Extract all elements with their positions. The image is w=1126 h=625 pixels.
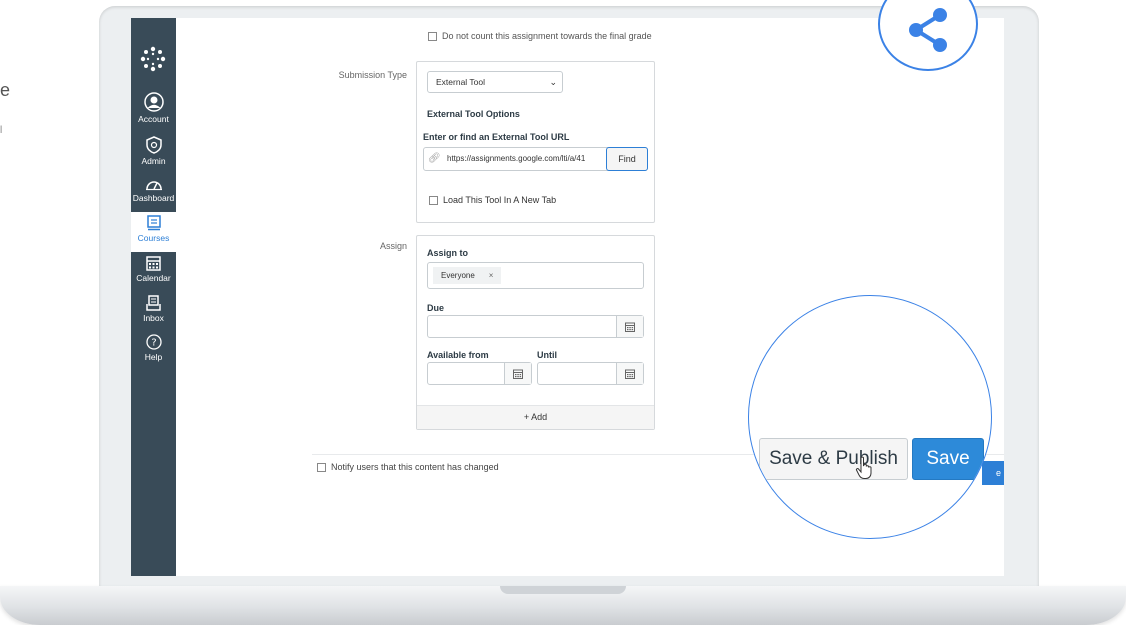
help-icon: ? xyxy=(145,334,162,350)
share-icon xyxy=(909,8,947,52)
zoom-magnifier: Save & Publish Save xyxy=(748,295,992,539)
until-label: Until xyxy=(537,350,557,360)
notify-checkbox-row[interactable]: Notify users that this content has chang… xyxy=(317,462,499,473)
url-value: https://assignments.google.com/lti/a/41 xyxy=(447,154,586,163)
until-input[interactable] xyxy=(537,362,644,385)
external-tool-url-input[interactable]: 🔗︎ https://assignments.google.com/lti/a/… xyxy=(423,147,648,171)
new-tab-checkbox-row[interactable]: Load This Tool In A New Tab xyxy=(429,195,557,206)
nav-label: Inbox xyxy=(143,313,164,323)
global-nav-sidebar: Account Admin Dashboard Courses Calendar… xyxy=(131,18,176,576)
save-and-publish-button[interactable]: Save & Publish xyxy=(759,438,908,480)
account-icon xyxy=(143,92,164,112)
due-label: Due xyxy=(427,303,445,313)
remove-tag-icon[interactable]: × xyxy=(489,271,494,280)
nav-label: Courses xyxy=(137,233,170,243)
new-tab-checkbox-label: Load This Tool In A New Tab xyxy=(443,195,557,205)
calendar-icon xyxy=(146,256,161,271)
available-from-calendar-button[interactable] xyxy=(504,363,531,384)
link-icon: 🔗︎ xyxy=(428,153,441,164)
nav-label: Help xyxy=(144,352,163,362)
add-assignment-button[interactable]: + Add xyxy=(417,405,654,429)
laptop-notch xyxy=(500,586,626,594)
assign-label: Assign xyxy=(379,241,407,251)
nav-label: Account xyxy=(138,114,169,124)
final-grade-checkbox-label: Do not count this assignment towards the… xyxy=(442,31,652,41)
assignee-tag: Everyone × xyxy=(433,267,502,284)
canvas-logo-icon[interactable] xyxy=(138,44,168,74)
nav-label: Dashboard xyxy=(132,193,175,203)
courses-icon xyxy=(146,215,161,231)
admin-shield-icon xyxy=(145,136,162,154)
assign-to-label: Assign to xyxy=(427,248,469,258)
final-grade-checkbox-row[interactable]: Do not count this assignment towards the… xyxy=(428,31,652,42)
submission-type-select[interactable]: External Tool ⌄ xyxy=(427,71,563,93)
due-calendar-button[interactable] xyxy=(616,316,643,337)
nav-courses[interactable]: Courses xyxy=(131,215,176,243)
svg-text:?: ? xyxy=(151,338,156,349)
nav-label: Admin xyxy=(141,156,166,166)
save-button[interactable]: Save xyxy=(912,438,984,480)
new-tab-checkbox[interactable] xyxy=(429,196,438,206)
submission-type-value: External Tool xyxy=(436,77,485,87)
nav-inbox[interactable]: Inbox xyxy=(131,295,176,323)
background-text-fragment: l xyxy=(0,125,3,136)
nav-admin[interactable]: Admin xyxy=(131,136,176,166)
submission-type-label: Submission Type xyxy=(338,70,407,80)
calendar-icon xyxy=(513,369,523,379)
chevron-down-icon: ⌄ xyxy=(549,77,557,87)
find-button[interactable]: Find xyxy=(606,147,648,171)
external-tool-options-heading: External Tool Options xyxy=(427,109,520,119)
save-button-fragment[interactable]: e xyxy=(982,461,1004,485)
submission-type-panel: External Tool ⌄ External Tool Options En… xyxy=(416,61,655,223)
background-text-fragment: e xyxy=(0,80,11,100)
available-from-input[interactable] xyxy=(427,362,532,385)
final-grade-checkbox[interactable] xyxy=(428,32,437,42)
nav-label: Calendar xyxy=(136,273,171,283)
notify-checkbox-label: Notify users that this content has chang… xyxy=(331,462,499,472)
until-calendar-button[interactable] xyxy=(616,363,643,384)
calendar-icon xyxy=(625,322,635,332)
available-from-label: Available from xyxy=(427,350,489,360)
save-button-fragment-label: e xyxy=(996,468,1002,478)
inbox-icon xyxy=(146,295,161,311)
nav-account[interactable]: Account xyxy=(131,92,176,124)
nav-dashboard[interactable]: Dashboard xyxy=(131,177,176,203)
nav-help[interactable]: ? Help xyxy=(131,334,176,362)
calendar-icon xyxy=(625,369,635,379)
nav-calendar[interactable]: Calendar xyxy=(131,255,176,283)
notify-checkbox[interactable] xyxy=(317,463,326,473)
due-date-input[interactable] xyxy=(427,315,644,338)
hand-cursor-icon xyxy=(855,456,872,479)
assignee-tag-label: Everyone xyxy=(441,271,475,280)
enter-url-label: Enter or find an External Tool URL xyxy=(423,132,570,142)
assign-panel: Assign to Everyone × Due Available from U… xyxy=(416,235,655,430)
assign-to-input[interactable]: Everyone × xyxy=(427,262,644,289)
dashboard-icon xyxy=(145,181,162,191)
